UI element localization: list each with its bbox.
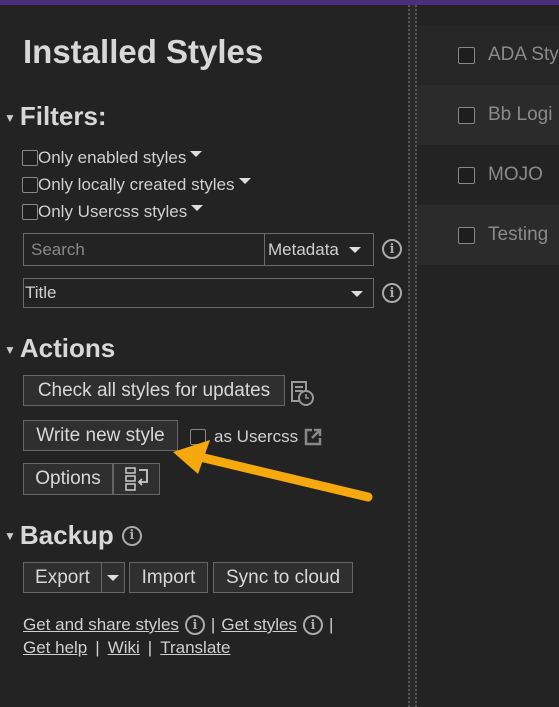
write-new-style-button[interactable]: Write new style [23,420,178,451]
checkbox[interactable] [458,46,475,64]
info-icon[interactable]: i [121,525,142,546]
checkbox[interactable] [22,150,38,166]
caret-down-icon[interactable] [190,151,203,157]
export-button[interactable]: Export [23,562,102,593]
annotation-arrow [173,440,373,502]
update-history-icon[interactable] [291,381,315,407]
sort-select[interactable]: Title [23,278,374,308]
page-title: Installed Styles [23,33,264,70]
wiki-link[interactable]: Wiki [108,638,140,658]
export-menu-button[interactable] [101,562,125,593]
caret-down-icon[interactable] [191,205,204,211]
options-layout-button[interactable] [113,463,160,495]
search-input[interactable]: Search [23,233,265,266]
layout-toggle-icon [124,467,148,491]
actions-heading[interactable]: ▼ Actions [4,333,115,364]
options-button[interactable]: Options [23,463,113,495]
filters-heading[interactable]: ▼ Filters: [4,101,107,132]
caret-down-icon [351,291,363,297]
search-mode-select[interactable]: Metadata [264,233,374,266]
check-updates-button[interactable]: Check all styles for updates [23,375,285,406]
collapse-triangle-icon: ▼ [4,343,16,358]
style-row[interactable]: ADA Sty [417,25,559,85]
caret-down-icon [348,246,361,253]
filter-local[interactable]: Only locally created styles [22,175,251,195]
checkbox[interactable] [458,166,475,184]
filter-usercss[interactable]: Only Usercss styles [22,202,204,222]
import-button[interactable]: Import [129,562,208,593]
links-row-2: Get help | Wiki | Translate [23,638,231,658]
checkbox[interactable] [458,106,475,124]
info-icon[interactable]: i [184,615,205,635]
panel-resize-handle[interactable] [408,5,417,707]
top-accent-bar [0,0,559,5]
caret-down-icon [107,574,119,581]
sync-to-cloud-button[interactable]: Sync to cloud [213,562,353,593]
style-row[interactable]: Bb Logi [417,85,559,145]
translate-link[interactable]: Translate [160,638,230,658]
caret-down-icon[interactable] [238,178,251,184]
checkbox[interactable] [22,204,38,220]
info-icon[interactable]: i [382,283,402,303]
checkbox[interactable] [458,226,475,244]
info-icon[interactable]: i [302,615,323,635]
checkbox[interactable] [22,177,38,193]
backup-heading[interactable]: ▼ Backup i [4,520,142,551]
get-help-link[interactable]: Get help [23,638,87,658]
style-row[interactable]: Testing [417,205,559,265]
info-icon[interactable]: i [382,239,402,259]
collapse-triangle-icon: ▼ [4,528,16,543]
get-styles-link[interactable]: Get styles [221,615,297,635]
get-and-share-styles-link[interactable]: Get and share styles [23,615,179,635]
filter-enabled[interactable]: Only enabled styles [22,148,203,168]
links-row-1: Get and share styles i | Get styles i | [23,615,334,635]
collapse-triangle-icon: ▼ [4,111,16,126]
style-row[interactable]: MOJO [417,145,559,205]
